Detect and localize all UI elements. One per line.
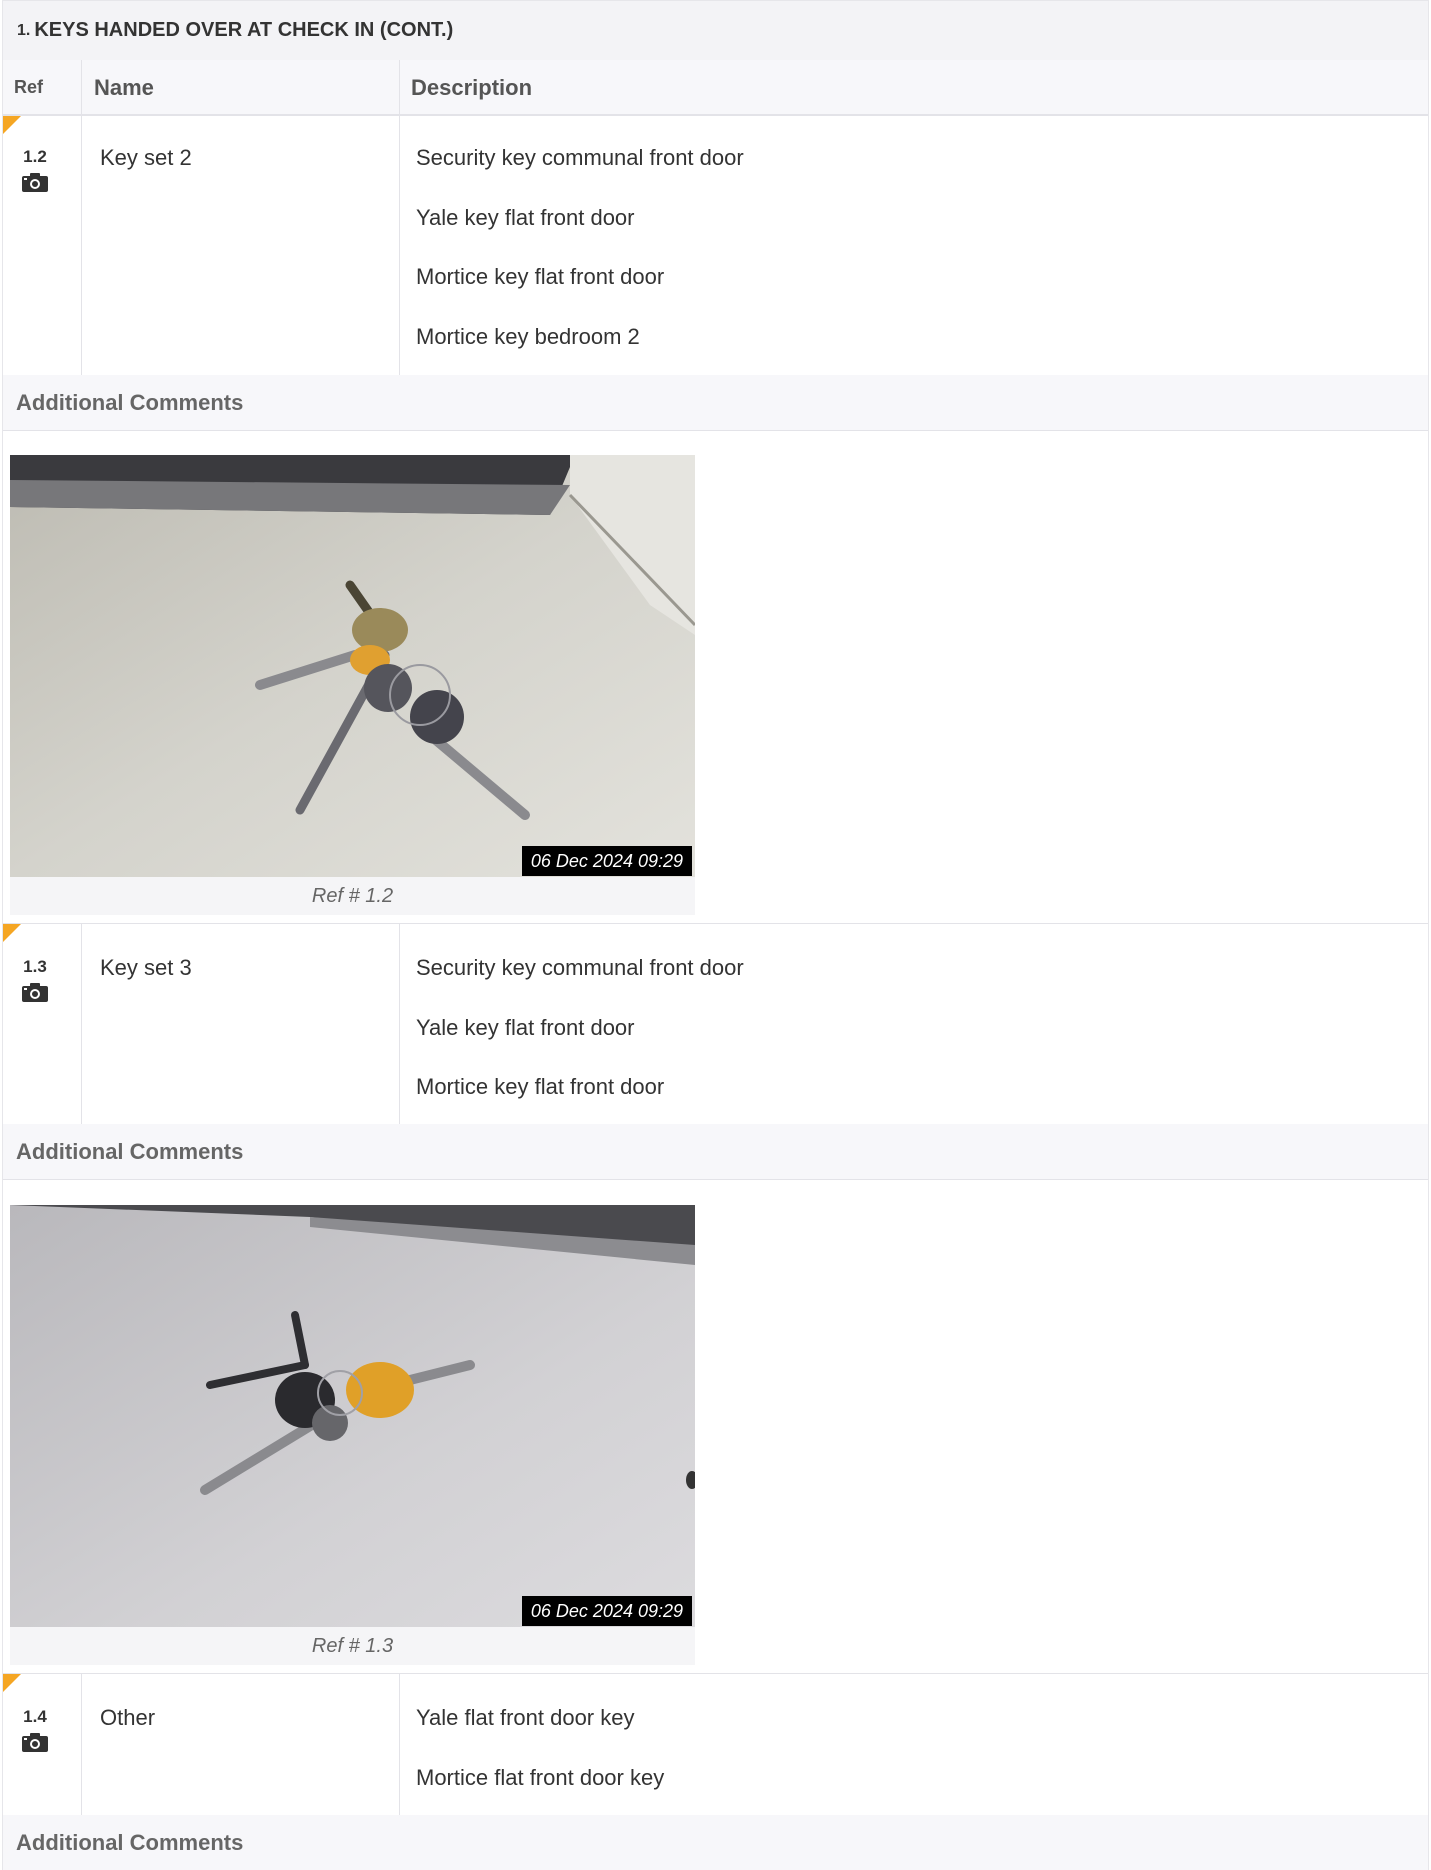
description-line: Yale flat front door key <box>416 1705 635 1730</box>
item-name: Key set 3 <box>100 955 192 980</box>
photo-keys-1-3[interactable] <box>10 1205 695 1627</box>
photo-timestamp: 06 Dec 2024 09:29 <box>521 846 692 876</box>
description-line: Mortice key bedroom 2 <box>416 324 640 349</box>
camera-icon[interactable] <box>22 173 48 192</box>
corner-flag-icon <box>3 924 21 942</box>
photo-card[interactable]: 06 Dec 2024 09:29 Ref # 1.3 <box>10 1205 695 1665</box>
ref-number: 1.2 <box>23 147 47 166</box>
additional-comments-label: Additional Comments <box>3 1124 1428 1180</box>
description-line: Yale key flat front door <box>416 1015 635 1040</box>
table-row: 1.4 Other Yale flat front door key Morti… <box>3 1673 1428 1815</box>
additional-comments-label: Additional Comments <box>3 375 1428 431</box>
photo-caption: Ref # 1.3 <box>311 1635 394 1657</box>
description-line: Yale key flat front door <box>416 205 635 230</box>
description-line: Mortice key flat front door <box>416 264 665 289</box>
photo-keys-1-2[interactable] <box>10 455 695 877</box>
item-name: Other <box>100 1705 156 1730</box>
description-line: Mortice key flat front door <box>416 1074 665 1099</box>
additional-comments-label: Additional Comments <box>3 1815 1428 1870</box>
item-name: Key set 2 <box>100 145 192 170</box>
column-header-ref: Ref <box>14 77 44 97</box>
camera-icon[interactable] <box>22 1733 48 1752</box>
photo-timestamp: 06 Dec 2024 09:29 <box>521 1596 692 1626</box>
table-header: Ref Name Description <box>3 60 1428 115</box>
column-header-description: Description <box>411 75 533 100</box>
ref-number: 1.3 <box>23 957 47 976</box>
section-title: KEYS HANDED OVER AT CHECK IN (CONT.) <box>34 19 454 41</box>
corner-flag-icon <box>3 116 21 134</box>
description-line: Security key communal front door <box>416 955 744 980</box>
ref-number: 1.4 <box>23 1707 47 1726</box>
photo-card[interactable]: 06 Dec 2024 09:29 Ref # 1.2 <box>10 455 695 915</box>
section-header: 1. KEYS HANDED OVER AT CHECK IN (CONT.) <box>3 0 1428 60</box>
table-row: 1.2 Key set 2 Security key communal fron… <box>3 115 1428 375</box>
description-line: Mortice flat front door key <box>416 1765 665 1790</box>
photo-caption: Ref # 1.2 <box>311 885 394 907</box>
column-header-name: Name <box>94 75 154 100</box>
corner-flag-icon <box>3 1674 21 1692</box>
section-number: 1. <box>17 21 31 39</box>
table-row: 1.3 Key set 3 Security key communal fron… <box>3 923 1428 1124</box>
description-line: Security key communal front door <box>416 145 744 170</box>
camera-icon[interactable] <box>22 983 48 1002</box>
inventory-page: 1. KEYS HANDED OVER AT CHECK IN (CONT.) … <box>2 0 1429 1870</box>
